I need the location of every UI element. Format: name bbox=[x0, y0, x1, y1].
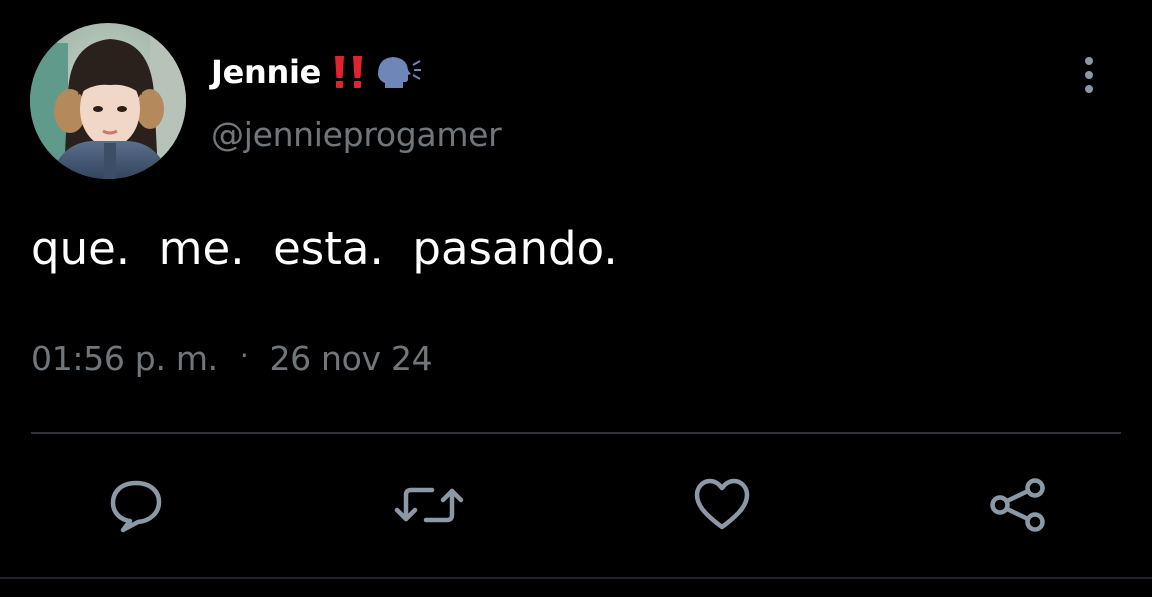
divider bbox=[31, 432, 1121, 434]
tweet-time[interactable]: 01:56 p. m. bbox=[31, 339, 218, 378]
retweet-icon bbox=[394, 487, 464, 523]
share-icon bbox=[990, 478, 1045, 532]
tweet-card: Jennie @jennieprogamer que. me. esta. pa… bbox=[0, 0, 1152, 597]
speaking-head-icon bbox=[375, 50, 423, 94]
retweet-button[interactable] bbox=[394, 470, 464, 540]
username-handle[interactable]: @jennieprogamer bbox=[211, 115, 502, 154]
tweet-date[interactable]: 26 nov 24 bbox=[269, 339, 432, 378]
more-vertical-icon bbox=[1085, 57, 1093, 93]
avatar[interactable] bbox=[30, 23, 186, 179]
display-name[interactable]: Jennie bbox=[211, 53, 321, 91]
share-button[interactable] bbox=[982, 470, 1052, 540]
more-options-button[interactable] bbox=[1070, 52, 1108, 98]
reply-button[interactable] bbox=[101, 470, 171, 540]
avatar-image bbox=[30, 23, 186, 179]
author-name-row[interactable]: Jennie bbox=[211, 48, 423, 96]
bottom-border bbox=[0, 577, 1152, 579]
heart-icon bbox=[694, 478, 750, 530]
reply-icon bbox=[110, 480, 162, 533]
timestamp-row: 01:56 p. m. · 26 nov 24 bbox=[31, 334, 433, 382]
meta-separator: · bbox=[239, 338, 249, 372]
like-button[interactable] bbox=[687, 470, 757, 540]
double-exclamation-icon bbox=[331, 50, 371, 94]
action-bar bbox=[0, 470, 1152, 540]
tweet-text: que. me. esta. pasando. bbox=[31, 222, 618, 275]
